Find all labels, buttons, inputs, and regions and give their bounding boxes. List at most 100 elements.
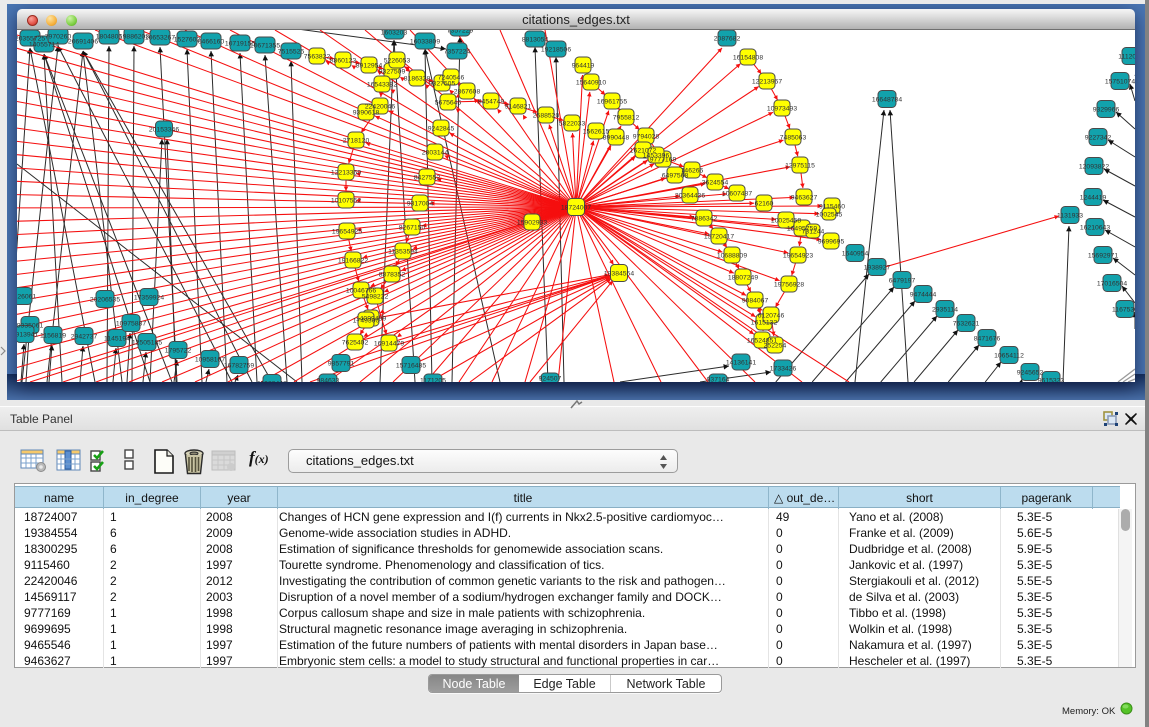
svg-text:9463627: 9463627: [791, 195, 818, 202]
svg-text:9327505: 9327505: [429, 81, 456, 88]
svg-text:5226053: 5226053: [384, 58, 411, 65]
svg-text:2942737: 2942737: [71, 334, 98, 341]
svg-text:9317004: 9317004: [407, 201, 434, 208]
svg-text:17359924: 17359924: [134, 295, 164, 302]
svg-text:1527602: 1527602: [174, 37, 201, 44]
svg-text:9245652: 9245652: [1017, 370, 1044, 377]
svg-text:2718120: 2718120: [343, 138, 370, 145]
svg-text:8878352: 8878352: [379, 272, 406, 279]
svg-text:2867608: 2867608: [454, 89, 481, 96]
svg-text:16210643: 16210643: [1080, 225, 1110, 232]
svg-text:16543382: 16543382: [367, 82, 397, 89]
svg-text:8813054: 8813054: [522, 37, 549, 44]
svg-text:15720417: 15720417: [704, 234, 734, 241]
svg-text:7240546: 7240546: [438, 75, 465, 82]
svg-text:10607487: 10607487: [722, 191, 752, 198]
svg-text:10107552: 10107552: [331, 198, 361, 205]
svg-text:1453396: 1453396: [643, 153, 670, 160]
svg-text:15902933: 15902933: [517, 220, 547, 227]
svg-text:9390618: 9390618: [353, 110, 380, 117]
svg-text:10025458: 10025458: [771, 218, 801, 225]
svg-text:9615323: 9615323: [1038, 378, 1065, 383]
svg-text:8427552: 8427552: [414, 175, 441, 182]
svg-text:9794028: 9794028: [633, 134, 660, 141]
svg-text:1167530: 1167530: [1112, 307, 1135, 314]
svg-text:7625402: 7625402: [342, 340, 369, 347]
svg-text:2588520: 2588520: [533, 113, 560, 120]
svg-text:62160: 62160: [755, 201, 774, 208]
svg-text:11353594: 11353594: [388, 249, 418, 256]
svg-text:6497568: 6497568: [662, 173, 689, 180]
svg-text:20691406: 20691406: [68, 39, 98, 46]
svg-text:1244419: 1244419: [1080, 195, 1107, 202]
svg-text:8990448: 8990448: [603, 135, 630, 142]
svg-text:10688809: 10688809: [717, 253, 747, 260]
svg-text:20364436: 20364436: [675, 193, 705, 200]
svg-text:7357229: 7357229: [447, 30, 474, 35]
svg-text:11923448: 11923448: [257, 381, 287, 383]
svg-text:1733426: 1733426: [770, 366, 797, 373]
svg-text:1749300: 1749300: [353, 318, 380, 325]
svg-text:964419: 964419: [572, 63, 595, 70]
svg-text:9327509: 9327509: [379, 69, 406, 76]
svg-text:9474444: 9474444: [910, 292, 937, 299]
svg-text:937164: 937164: [707, 377, 730, 383]
svg-text:20153346: 20153346: [149, 127, 179, 134]
svg-text:12975115: 12975115: [785, 163, 815, 170]
svg-text:10654112: 10654112: [994, 353, 1024, 360]
svg-text:14055714: 14055714: [29, 42, 59, 49]
svg-text:16648784: 16648784: [872, 97, 902, 104]
svg-text:1131933: 1131933: [1057, 213, 1083, 220]
svg-text:12213967: 12213967: [752, 79, 782, 86]
svg-text:252254: 252254: [764, 343, 787, 350]
svg-text:9115460: 9115460: [819, 204, 845, 211]
svg-text:7886342: 7886342: [691, 216, 718, 223]
svg-text:17016504: 17016504: [1097, 281, 1127, 288]
svg-text:6120746: 6120746: [758, 313, 785, 320]
svg-text:7357224: 7357224: [444, 49, 471, 56]
svg-text:12093822: 12093822: [1079, 164, 1109, 171]
svg-text:8471676: 8471676: [974, 336, 1001, 343]
svg-text:9242845: 9242845: [428, 126, 455, 133]
svg-text:10973493: 10973493: [767, 106, 797, 113]
svg-text:7632621: 7632621: [953, 321, 980, 328]
svg-text:731244: 731244: [802, 229, 825, 236]
svg-text:15716485: 15716485: [396, 363, 426, 370]
svg-text:18807249: 18807249: [728, 275, 758, 282]
svg-text:12505185: 12505185: [132, 340, 162, 347]
svg-text:10671355: 10671355: [250, 43, 280, 50]
svg-text:7515525: 7515525: [278, 49, 305, 56]
svg-text:5498222: 5498222: [362, 294, 389, 301]
svg-text:19654925: 19654925: [332, 229, 362, 236]
svg-text:19654923: 19654923: [783, 253, 813, 260]
svg-text:1156819: 1156819: [40, 333, 66, 340]
svg-text:16914479: 16914479: [374, 341, 404, 348]
svg-text:3326061: 3326061: [17, 294, 36, 301]
svg-text:7485063: 7485063: [780, 135, 807, 142]
svg-text:9146821: 9146821: [505, 104, 532, 111]
svg-text:9857791: 9857791: [328, 361, 355, 368]
svg-text:1795722: 1795722: [165, 348, 192, 355]
svg-text:8860123: 8860123: [330, 58, 357, 65]
svg-text:19218506: 19218506: [541, 47, 571, 54]
svg-text:19166822: 19166822: [338, 258, 368, 265]
svg-text:1171205: 1171205: [420, 378, 446, 383]
svg-text:2935114: 2935114: [932, 307, 958, 314]
svg-text:1002545: 1002545: [816, 212, 843, 219]
svg-text:924507: 924507: [539, 376, 562, 383]
svg-text:15640910: 15640910: [576, 80, 606, 87]
svg-text:9699695: 9699695: [818, 239, 845, 246]
svg-text:16782759: 16782759: [224, 363, 254, 370]
svg-text:7955812: 7955812: [613, 115, 640, 122]
svg-text:1938927: 1938927: [864, 265, 891, 272]
svg-text:19756928: 19756928: [774, 282, 804, 289]
svg-text:9227342: 9227342: [1085, 135, 1112, 142]
svg-text:7563822: 7563822: [304, 54, 331, 61]
svg-text:5675645: 5675645: [435, 100, 462, 107]
svg-text:10653267: 10653267: [145, 35, 175, 42]
svg-text:1615132: 1615132: [751, 320, 778, 327]
svg-text:3624554: 3624554: [702, 180, 729, 187]
svg-text:1640954: 1640954: [842, 251, 869, 258]
svg-text:2803144: 2803144: [422, 150, 449, 157]
svg-text:6479197: 6479197: [889, 278, 916, 285]
